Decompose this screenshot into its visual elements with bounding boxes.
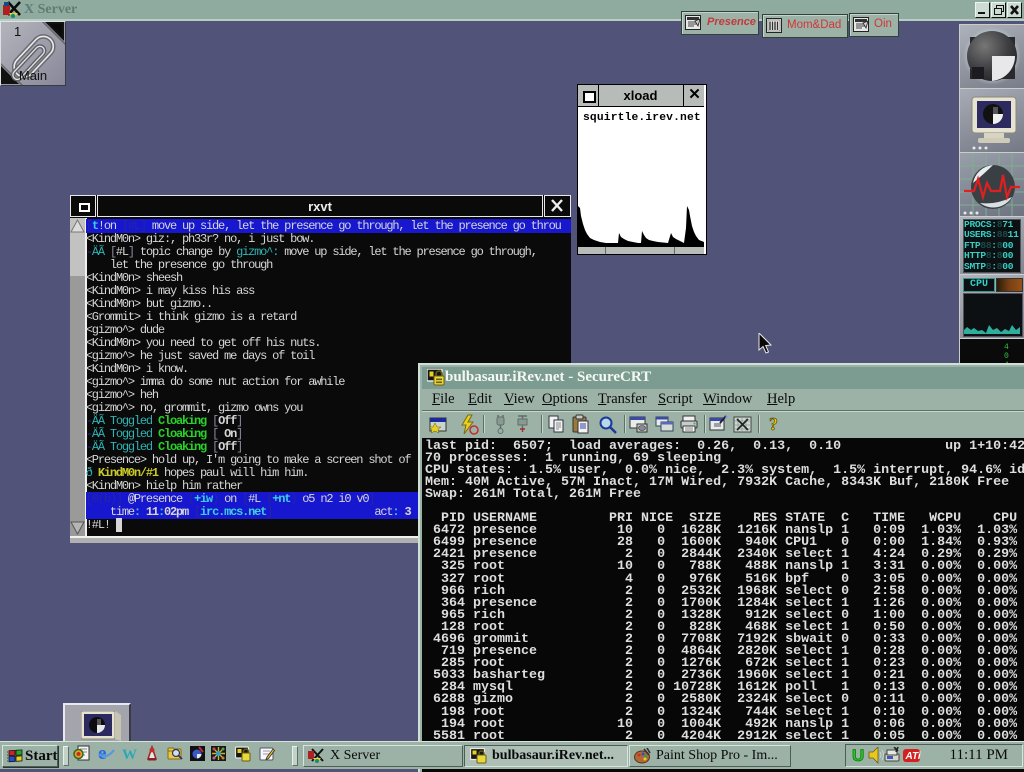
svg-text:W: W xyxy=(122,747,137,763)
svg-text:U: U xyxy=(852,747,864,764)
svg-text:Main: Main xyxy=(19,68,47,83)
svg-text:1: 1 xyxy=(14,24,21,39)
svg-text:ATi: ATi xyxy=(905,751,921,762)
svg-text:?: ? xyxy=(769,414,778,434)
